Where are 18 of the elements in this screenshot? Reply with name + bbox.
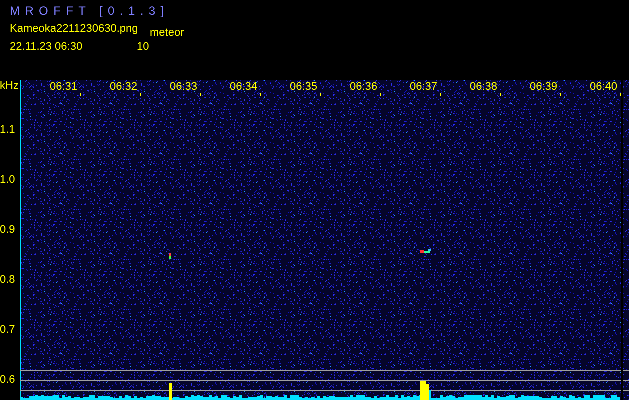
date-time: 22.11.23 06:30: [10, 41, 84, 55]
frequency-label: 0.8: [0, 274, 16, 286]
frequency-label: 1.1: [0, 124, 16, 136]
time-label: 06:39: [530, 81, 558, 93]
frequency-label: 0.7: [0, 324, 16, 336]
frequency-label: 1.0: [0, 174, 16, 186]
unit-label: kHz: [0, 80, 19, 92]
frequency-label: 0.6: [0, 374, 16, 386]
file-name: Kameoka2211230630.png: [10, 23, 140, 37]
time-label: 06:35: [290, 81, 318, 93]
time-label: 06:36: [350, 81, 378, 93]
meteor-count: 10: [137, 41, 150, 55]
frequency-label: 0.9: [0, 224, 16, 236]
time-label: 06:40: [590, 81, 618, 93]
time-label: 06:34: [230, 81, 258, 93]
count-label: meteor: [150, 27, 186, 41]
app-title: MROFFT [0.1.3]: [10, 4, 170, 18]
time-label: 06:31: [50, 81, 78, 93]
